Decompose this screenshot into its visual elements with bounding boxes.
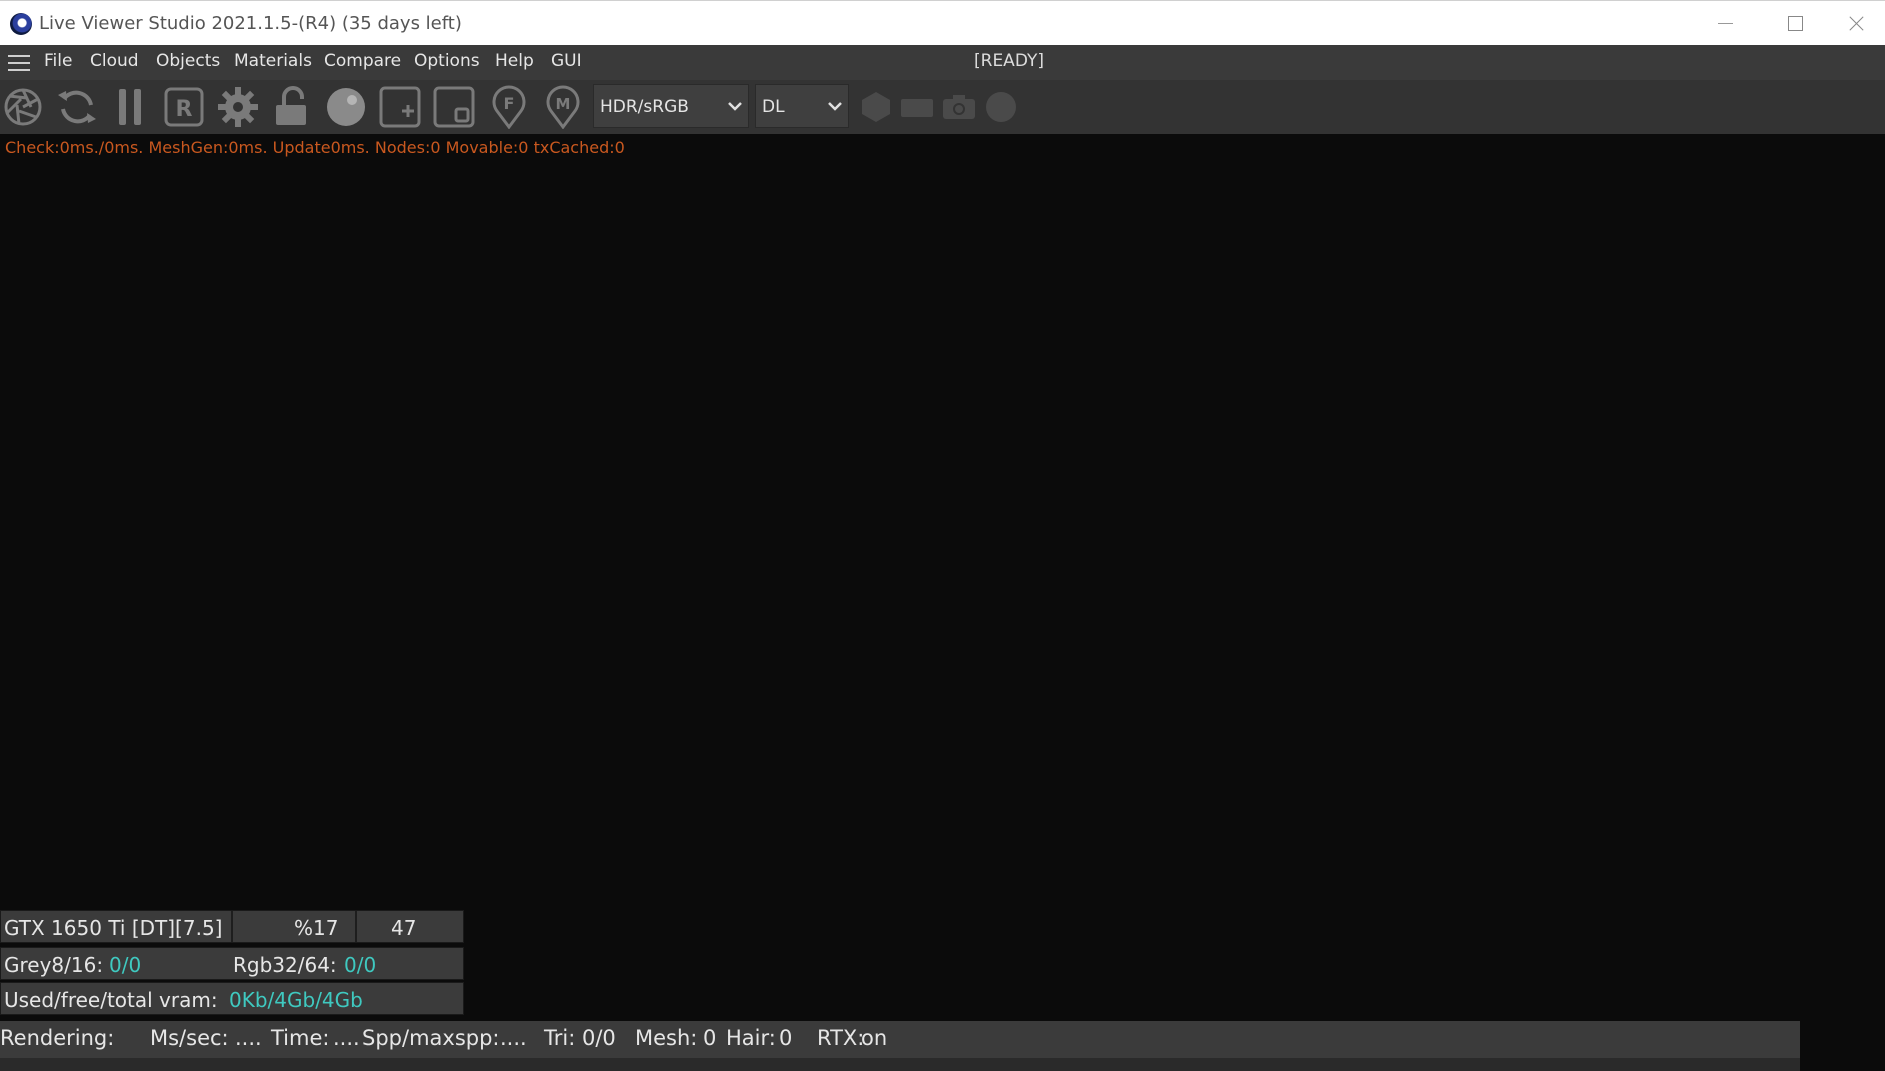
tri-value: 0/0 (582, 1026, 616, 1050)
cell-divider (355, 911, 357, 942)
kernel-select[interactable]: DL (755, 84, 849, 128)
cell-divider (231, 911, 233, 942)
unlock-icon[interactable] (270, 85, 314, 129)
render-viewport[interactable] (0, 134, 1885, 1021)
time-value: .... (333, 1026, 360, 1050)
vram-value: 0Kb/4Gb/4Gb (229, 988, 363, 1012)
gpu-usage: %17 (294, 916, 339, 940)
window-title: Live Viewer Studio 2021.1.5-(R4) (35 day… (39, 13, 462, 34)
stats-line: Check:0ms./0ms. MeshGen:0ms. Update0ms. … (5, 138, 625, 157)
stop-box-icon[interactable] (432, 85, 476, 129)
maximize-button[interactable] (1760, 1, 1830, 46)
add-box-icon[interactable] (378, 85, 422, 129)
hexagon-icon[interactable] (854, 85, 898, 129)
gpu-row: GTX 1650 Ti [DT][7.5] %17 47 (0, 910, 464, 943)
menu-objects[interactable]: Objects (156, 51, 220, 71)
pause-icon[interactable] (109, 85, 153, 129)
m-pin-icon[interactable]: M (541, 85, 585, 129)
mesh-label: Mesh: (635, 1026, 698, 1050)
svg-text:M: M (556, 95, 571, 113)
menu-file[interactable]: File (44, 51, 72, 71)
minimize-button[interactable] (1690, 1, 1760, 46)
status-strip (0, 1058, 1800, 1071)
sphere-icon[interactable] (324, 85, 368, 129)
hair-label: Hair: (726, 1026, 776, 1050)
title-bar: Live Viewer Studio 2021.1.5-(R4) (35 day… (0, 0, 1885, 45)
kernel-select-value: DL (762, 97, 785, 117)
menu-bar: File Cloud Objects Materials Compare Opt… (0, 45, 1885, 80)
rtx-value: on (861, 1026, 888, 1050)
time-label: Time: (271, 1026, 330, 1050)
grey-value: 0/0 (109, 953, 142, 977)
gear-icon[interactable] (216, 85, 260, 129)
grey-label: Grey8/16: (4, 953, 104, 977)
gpu-name: GTX 1650 Ti [DT][7.5] (4, 916, 223, 940)
hair-value: 0 (779, 1026, 793, 1050)
vram-row: Used/free/total vram: 0Kb/4Gb/4Gb (0, 982, 464, 1015)
render-stats-bar: Rendering: Ms/sec: .... Time: .... Spp/m… (0, 1021, 1800, 1058)
menu-help[interactable]: Help (495, 51, 534, 71)
refresh-icon[interactable] (55, 85, 99, 129)
ms-value: .... (235, 1026, 262, 1050)
chevron-down-icon (828, 102, 842, 111)
gpu-temp: 47 (391, 916, 417, 940)
r-box-icon[interactable]: R (162, 85, 206, 129)
camera-icon[interactable] (937, 85, 981, 129)
svg-text:F: F (504, 94, 515, 113)
menu-cloud[interactable]: Cloud (90, 51, 139, 71)
spp-label: Spp/maxspp: (362, 1026, 500, 1050)
menu-materials[interactable]: Materials (234, 51, 312, 71)
close-button[interactable] (1830, 1, 1885, 46)
tri-label: Tri: (544, 1026, 576, 1050)
memory-row: Grey8/16: 0/0 Rgb32/64: 0/0 (0, 947, 464, 980)
spp-value: .... (500, 1026, 527, 1050)
rgb-value: 0/0 (344, 953, 377, 977)
vram-label: Used/free/total vram: (4, 988, 218, 1012)
app-logo-icon (10, 13, 32, 35)
toolbar: R F M HDR/sRGB DL (0, 80, 1885, 134)
circle-icon[interactable] (979, 85, 1023, 129)
rgb-label: Rgb32/64: (233, 953, 337, 977)
rectangle-icon[interactable] (895, 85, 939, 129)
render-status: [READY] (974, 51, 1044, 71)
svg-text:R: R (176, 97, 193, 122)
aperture-icon[interactable] (1, 85, 45, 129)
f-pin-icon[interactable]: F (487, 85, 531, 129)
tonemap-select-value: HDR/sRGB (600, 97, 689, 117)
hamburger-menu-icon[interactable] (8, 54, 30, 72)
menu-compare[interactable]: Compare (324, 51, 401, 71)
menu-gui[interactable]: GUI (551, 51, 582, 71)
rendering-label: Rendering: (0, 1026, 115, 1050)
ms-label: Ms/sec: (150, 1026, 229, 1050)
tonemap-select[interactable]: HDR/sRGB (593, 84, 749, 128)
mesh-value: 0 (703, 1026, 717, 1050)
chevron-down-icon (728, 102, 742, 111)
menu-options[interactable]: Options (414, 51, 480, 71)
rtx-label: RTX: (817, 1026, 865, 1050)
